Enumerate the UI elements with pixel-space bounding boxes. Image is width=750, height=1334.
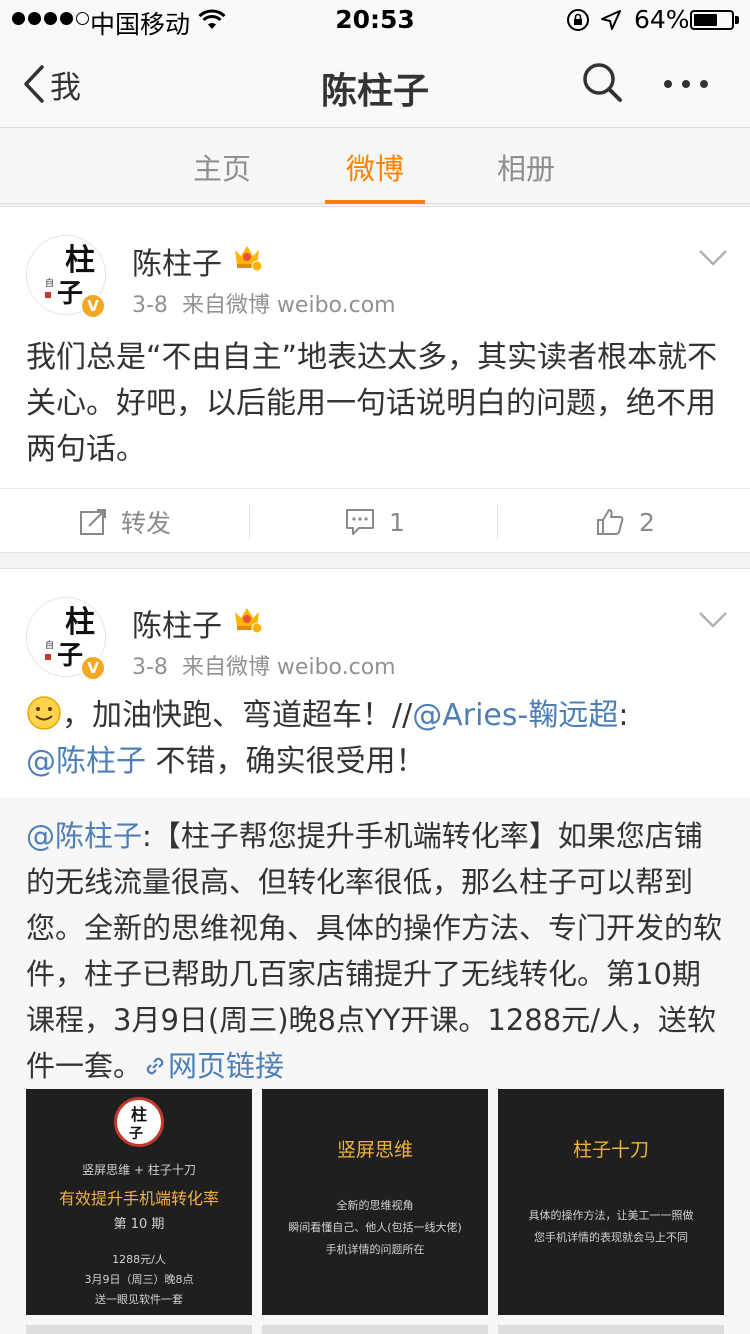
post-author[interactable]: 陈柱子	[132, 239, 222, 283]
svg-text:自: 自	[45, 639, 54, 651]
post-action-bar: 转发 1 2	[0, 488, 750, 554]
repost-body: :【柱子帮您提升手机端转化率】如果您店铺的无线流量很高、但转化率很低，那么柱子可…	[26, 819, 723, 1083]
mention-link[interactable]: @陈柱子	[26, 744, 146, 779]
image-date: 3月9日（周三）晚8点	[84, 1273, 194, 1286]
battery-percent: 64%	[634, 5, 690, 34]
post-date: 3-8	[132, 293, 168, 318]
repost-image-row[interactable]	[262, 1325, 488, 1334]
weibo-post[interactable]: 柱 子 自 V 陈柱子 3-8 来自微博 weibo.com ，加油快跑、弯道超…	[0, 568, 750, 1334]
svg-text:自: 自	[45, 277, 54, 289]
image-line: 全新的思维视角	[336, 1199, 414, 1212]
image-issue: 第 10 期	[113, 1217, 165, 1232]
web-link[interactable]: 网页链接	[142, 1049, 284, 1083]
more-options-button[interactable]	[664, 62, 708, 106]
image-line: 手机详情的问题所在	[325, 1243, 425, 1256]
image-line: 瞬间看懂自己、他人(包括一线大佬)	[288, 1221, 462, 1234]
post-meta: 3-8 来自微博 weibo.com	[132, 649, 396, 681]
verified-badge: V	[80, 655, 106, 681]
reposted-content[interactable]: @陈柱子:【柱子帮您提升手机端转化率】如果您店铺的无线流量很高、但转化率很低，那…	[0, 797, 750, 1334]
chevron-down-icon[interactable]	[698, 611, 728, 629]
vip-crown-icon[interactable]	[232, 243, 262, 271]
image-subtitle: 竖屏思维 + 柱子十刀	[82, 1163, 196, 1177]
comment-count: 1	[389, 507, 405, 537]
image-line: 具体的操作方法，让美工一一照做	[528, 1209, 694, 1222]
web-link-label: 网页链接	[168, 1049, 285, 1083]
post-source: 来自微博 weibo.com	[181, 293, 396, 318]
tab-album[interactable]: 相册	[476, 146, 576, 188]
repost-text: @陈柱子:【柱子帮您提升手机端转化率】如果您店铺的无线流量很高、但转化率很低，那…	[26, 813, 728, 1089]
navigation-bar: 我 陈柱子	[0, 40, 750, 128]
battery-icon	[690, 10, 734, 30]
repost-label: 转发	[120, 509, 171, 538]
repost-image-row[interactable]	[498, 1325, 724, 1334]
status-bar: 中国移动 20:53 64%	[0, 0, 750, 40]
mention-link[interactable]: @Aries-鞠远超	[412, 698, 618, 733]
more-dot-icon	[700, 80, 708, 88]
svg-text:柱: 柱	[65, 605, 95, 640]
repost-image-row[interactable]	[26, 1325, 252, 1334]
mention-link[interactable]: @陈柱子	[26, 819, 142, 853]
search-icon	[583, 63, 622, 102]
thumbs-up-icon	[597, 509, 624, 535]
post-date: 3-8	[132, 655, 168, 680]
post-text-colon: :	[618, 698, 629, 733]
search-button[interactable]	[580, 60, 624, 108]
battery-tip	[735, 16, 739, 24]
post-author[interactable]: 陈柱子	[132, 601, 222, 645]
image-title: 有效提升手机端转化率	[58, 1189, 219, 1208]
image-gift: 送一眼见软件一套	[95, 1293, 183, 1306]
comment-icon	[346, 509, 375, 535]
image-price: 1288元/人	[112, 1253, 166, 1266]
vip-crown-icon[interactable]	[232, 605, 262, 633]
action-divider	[497, 505, 498, 539]
like-count: 2	[639, 507, 655, 537]
repost-image[interactable]: 柱子十刀 具体的操作方法，让美工一一照做 您手机详情的表现就会马上不同	[498, 1089, 724, 1315]
page-title: 陈柱子	[320, 71, 429, 112]
tab-weibo[interactable]: 微博	[325, 146, 425, 188]
post-meta: 3-8 来自微博 weibo.com	[132, 287, 396, 319]
verified-badge: V	[80, 293, 106, 319]
orientation-lock-icon	[566, 8, 590, 38]
profile-tab-bar: 主页 微博 相册	[0, 128, 750, 204]
svg-text:子: 子	[129, 1126, 143, 1142]
like-button[interactable]: 2	[500, 489, 750, 555]
repost-icon	[79, 509, 106, 535]
smile-emoji-icon	[27, 696, 61, 730]
svg-text:柱: 柱	[65, 243, 95, 278]
image-title: 柱子十刀	[572, 1139, 649, 1161]
more-dot-icon	[682, 80, 690, 88]
svg-text:柱: 柱	[131, 1105, 147, 1124]
repost-image[interactable]: 竖屏思维 全新的思维视角 瞬间看懂自己、他人(包括一线大佬) 手机详情的问题所在	[262, 1089, 488, 1315]
image-line: 您手机详情的表现就会马上不同	[534, 1231, 688, 1244]
post-text: ，加油快跑、弯道超车！//@Aries-鞠远超: @陈柱子 不错，确实很受用！	[26, 693, 736, 785]
post-source: 来自微博 weibo.com	[181, 655, 396, 680]
location-icon	[600, 8, 622, 37]
tab-home[interactable]: 主页	[172, 146, 272, 188]
post-text-part: 不错，确实很受用！	[146, 744, 426, 779]
repost-button[interactable]: 转发	[0, 489, 250, 555]
post-text-part: ，加油快跑、弯道超车！//	[62, 698, 413, 733]
comment-button[interactable]: 1	[250, 489, 500, 555]
logo: 柱子	[114, 1097, 164, 1147]
post-text: 我们总是“不由自主”地表达太多，其实读者根本就不关心。好吧，以后能用一句话说明白…	[26, 340, 718, 467]
weibo-post[interactable]: 柱 子 自 V 陈柱子 3-8 来自微博 weibo.com 我们总是“不由自主…	[0, 206, 750, 553]
image-title: 竖屏思维	[336, 1139, 413, 1161]
link-icon	[146, 1057, 164, 1075]
active-tab-indicator	[325, 200, 425, 204]
chevron-down-icon[interactable]	[698, 249, 728, 267]
more-dot-icon	[664, 80, 672, 88]
repost-image[interactable]: 柱子 竖屏思维 + 柱子十刀 有效提升手机端转化率 第 10 期 1288元/人…	[26, 1089, 252, 1315]
